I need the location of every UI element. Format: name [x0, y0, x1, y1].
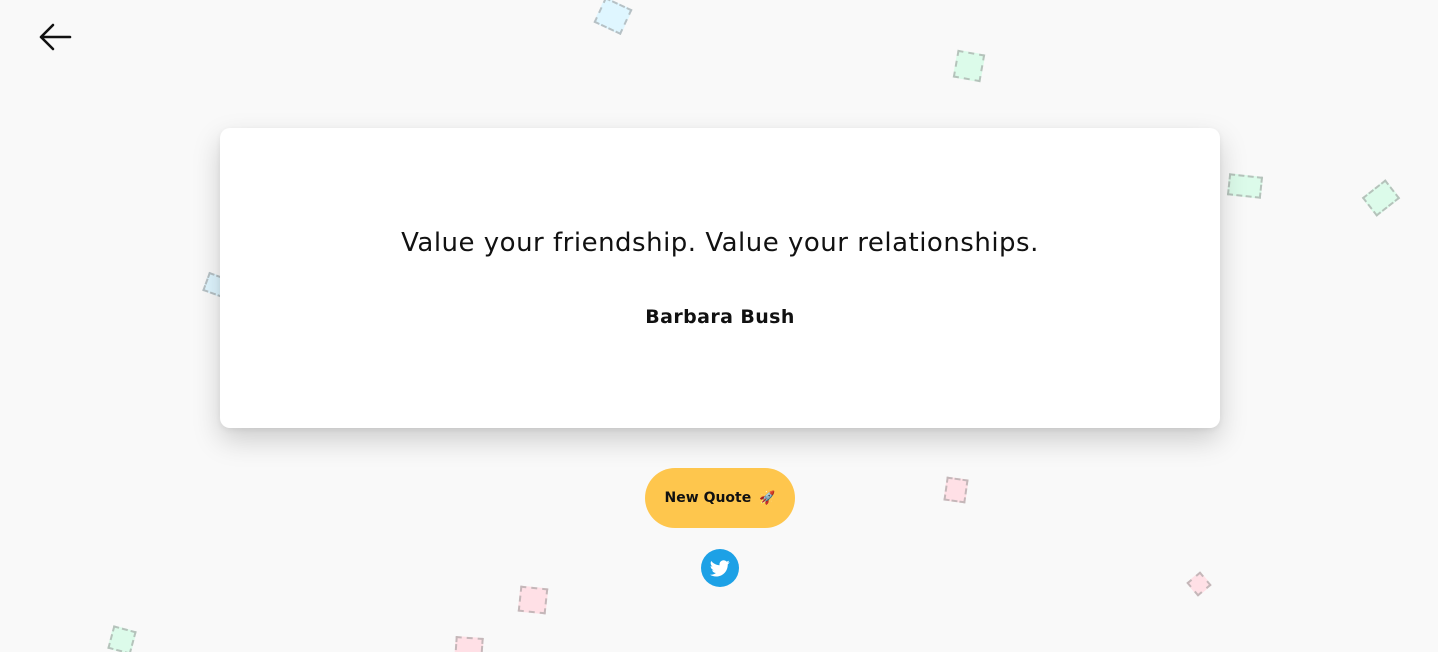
new-quote-button[interactable]: New Quote 🚀 [645, 468, 795, 528]
confetti-piece [952, 49, 986, 83]
twitter-share-button[interactable] [701, 549, 739, 587]
page: Value your friendship. Value your relati… [0, 0, 1438, 652]
quote-author: Barbara Bush [645, 306, 795, 328]
confetti-piece [107, 625, 137, 652]
quote-text: Value your friendship. Value your relati… [401, 228, 1039, 258]
confetti-piece [593, 0, 633, 36]
back-button[interactable] [36, 20, 74, 54]
new-quote-label: New Quote [664, 490, 752, 506]
arrow-left-icon [39, 23, 72, 51]
confetti-piece [517, 585, 549, 615]
confetti-piece [1226, 173, 1264, 199]
twitter-icon [710, 559, 730, 576]
rocket-icon: 🚀 [759, 490, 776, 506]
confetti-piece [1186, 571, 1212, 597]
confetti-piece [454, 636, 484, 652]
confetti-piece [943, 476, 969, 504]
quote-card: Value your friendship. Value your relati… [220, 128, 1220, 428]
confetti-piece [1361, 179, 1401, 217]
